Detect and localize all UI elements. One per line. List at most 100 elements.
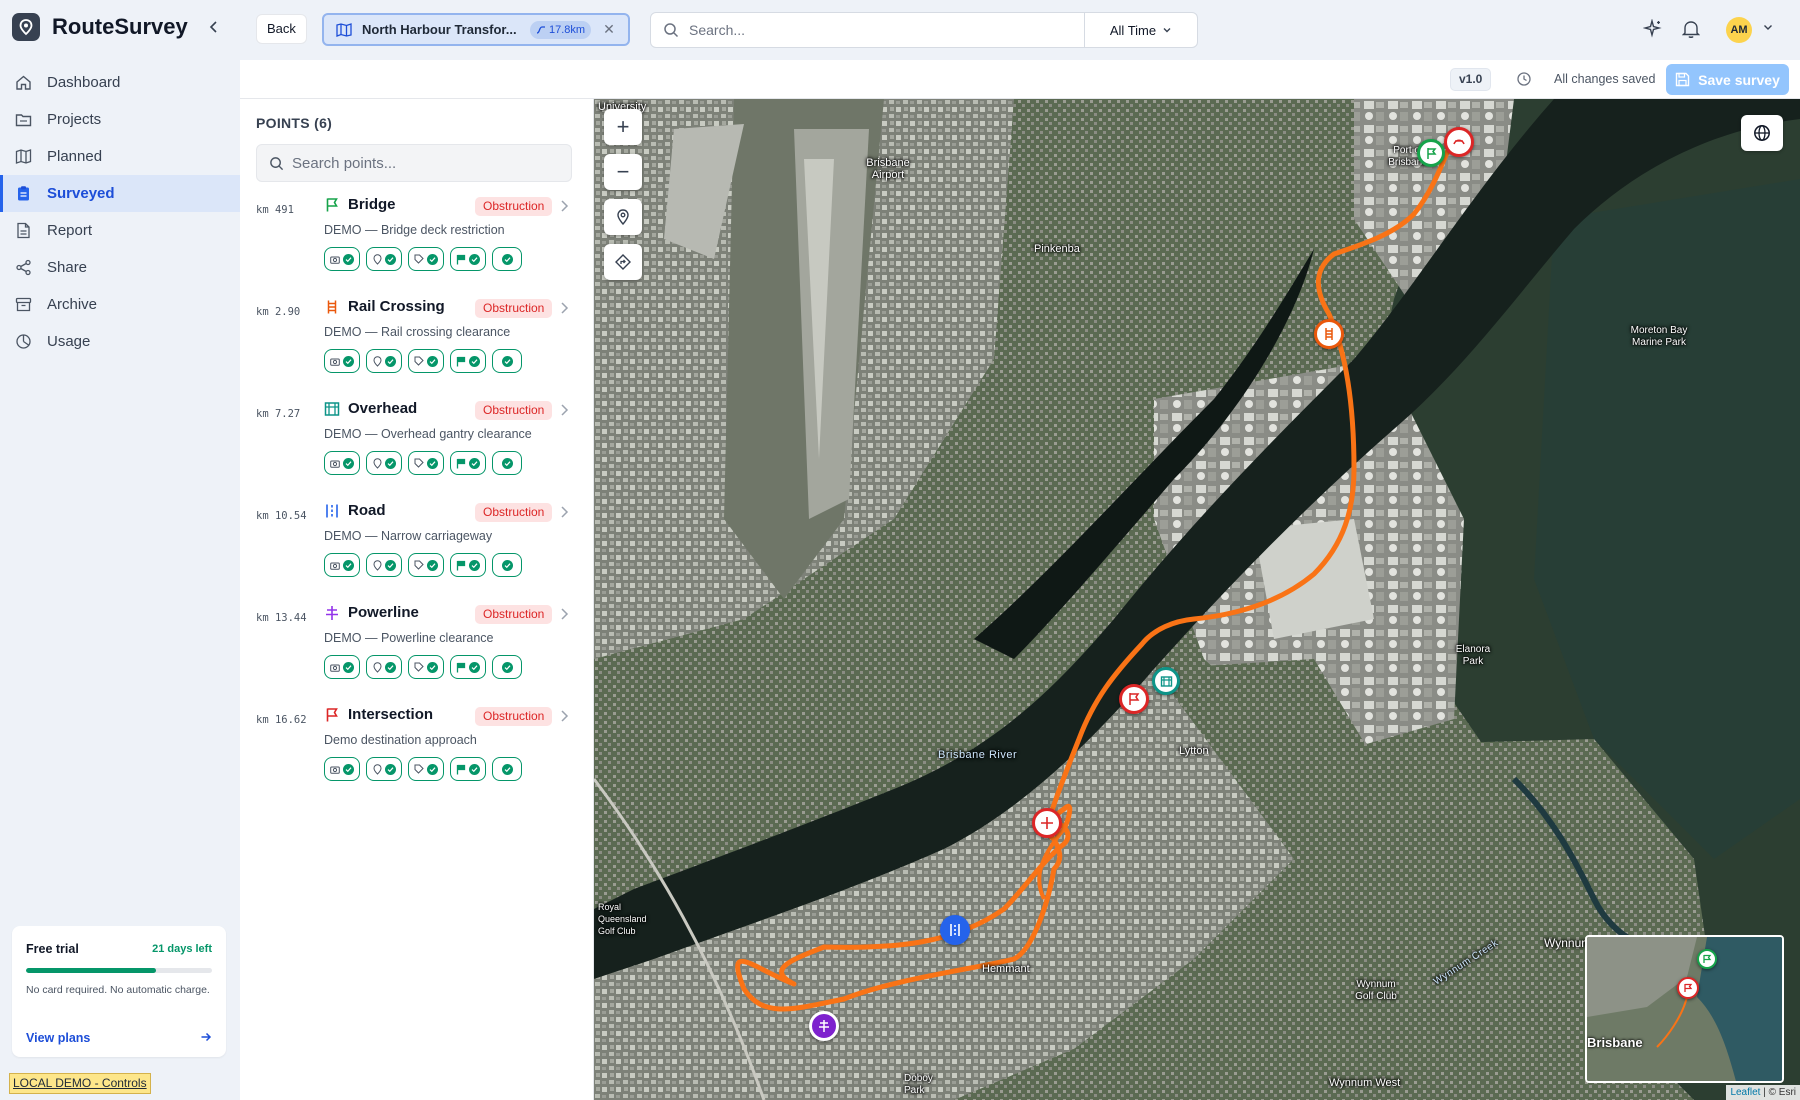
map-view[interactable]: University Brisbane Airport Pinkenba Por… [594, 99, 1800, 1100]
check-badge-check-icon [492, 757, 522, 781]
chevron-left-icon [209, 21, 217, 33]
road-marker-icon[interactable] [940, 915, 970, 945]
back-button[interactable]: Back [256, 14, 307, 44]
point-row[interactable]: km 13.44 Powerline Obstruction DEMO — Po… [240, 595, 594, 697]
trial-progress-fill [26, 968, 157, 973]
map-label: Pinkenba [1034, 243, 1080, 255]
chevron-right-icon[interactable] [558, 607, 570, 621]
chevron-right-icon[interactable] [558, 199, 570, 213]
map-label: Wynnum Golf Club [1355, 979, 1397, 1002]
chevron-right-icon[interactable] [558, 403, 570, 417]
point-powerline-icon [324, 605, 340, 621]
check-badge-tag-icon [408, 655, 444, 679]
map-label: Elanora Park [1455, 644, 1491, 667]
collapse-sidebar-button[interactable] [206, 19, 222, 35]
minimap-intersection-marker-icon [1677, 977, 1699, 999]
point-row[interactable]: km 491 Bridge Obstruction DEMO — Bridge … [240, 187, 594, 289]
point-description: DEMO — Bridge deck restriction [324, 223, 505, 237]
point-checks [324, 451, 528, 475]
check-badge-camera-icon [324, 757, 360, 781]
overview-minimap[interactable]: Brisbane [1585, 935, 1784, 1083]
point-name: Rail Crossing [348, 298, 445, 315]
sidebar-item-projects[interactable]: Projects [0, 101, 240, 138]
check-badge-check-icon [492, 349, 522, 373]
history-icon[interactable] [1516, 71, 1532, 87]
editor-toolbar: v1.0 All changes saved Save survey [240, 60, 1800, 99]
sidebar-item-surveyed[interactable]: Surveyed [0, 175, 240, 212]
directions-button[interactable] [604, 244, 642, 280]
ai-sparkle-button[interactable] [1642, 18, 1664, 40]
view-plans-link[interactable]: View plans [26, 1031, 212, 1045]
search-input[interactable] [689, 13, 1084, 47]
sidebar-item-usage[interactable]: Usage [0, 323, 240, 360]
sidebar-item-share[interactable]: Share [0, 249, 240, 286]
point-checks [324, 349, 528, 373]
check-badge-flag-icon [450, 757, 486, 781]
user-avatar[interactable]: AM [1726, 17, 1752, 43]
chevron-right-icon[interactable] [558, 709, 570, 723]
point-description: DEMO — Narrow carriageway [324, 529, 493, 543]
point-row[interactable]: km 7.27 Overhead Obstruction DEMO — Over… [240, 391, 594, 493]
sidebar-item-planned[interactable]: Planned [0, 138, 240, 175]
point-row[interactable]: km 2.90 Rail Crossing Obstruction DEMO —… [240, 289, 594, 391]
search-icon [664, 23, 679, 38]
check-badge-location-icon [366, 451, 402, 475]
map-attribution: Leaflet | © Esri [1726, 1085, 1800, 1100]
account-menu-chevron-down-icon[interactable] [1762, 21, 1774, 36]
version-badge[interactable]: v1.0 [1450, 68, 1492, 91]
share-icon [14, 259, 32, 277]
check-badge-flag-icon [450, 655, 486, 679]
sidebar-item-report[interactable]: Report [0, 212, 240, 249]
save-survey-button[interactable]: Save survey [1666, 64, 1789, 95]
time-filter-value: All Time [1109, 22, 1157, 38]
sidebar-item-label: Planned [47, 148, 103, 165]
notifications-button[interactable] [1680, 18, 1702, 40]
powerline-marker-icon[interactable] [809, 1011, 839, 1041]
intersection-marker-icon[interactable] [1119, 684, 1149, 714]
global-search: All Time [650, 12, 1198, 48]
leaflet-link[interactable]: Leaflet [1730, 1087, 1760, 1098]
arrow-right-icon [201, 1032, 212, 1042]
search-icon [270, 156, 284, 170]
minimap-image [1587, 937, 1782, 1081]
free-trial-card: Free trial 21 days left No card required… [12, 926, 226, 1057]
map-label: Moreton Bay Marine Park [1630, 325, 1688, 348]
document-icon [14, 222, 32, 240]
sidebar-item-dashboard[interactable]: Dashboard [0, 64, 240, 101]
point-name: Road [348, 502, 386, 519]
point-status-badge: Obstruction [475, 299, 553, 318]
map-layer-toggle-button[interactable] [1741, 115, 1783, 151]
local-demo-controls-link[interactable]: LOCAL DEMO - Controls [9, 1073, 151, 1094]
points-search-input[interactable] [292, 154, 571, 172]
overhead-marker-icon[interactable] [1152, 667, 1180, 695]
route-chip[interactable]: North Harbour Transfor... 17.8km ✕ [322, 13, 630, 46]
point-row[interactable]: km 10.54 Road Obstruction DEMO — Narrow … [240, 493, 594, 595]
brand[interactable]: RouteSurvey [12, 13, 188, 41]
chevron-right-icon[interactable] [558, 505, 570, 519]
powerline-marker-icon[interactable] [1444, 127, 1474, 157]
point-gantry-icon [324, 401, 340, 417]
point-checks [324, 655, 528, 679]
usage-icon [14, 333, 32, 351]
point-row[interactable]: km 16.62 Intersection Obstruction Demo d… [240, 697, 594, 799]
check-badge-location-icon [366, 349, 402, 373]
bell-icon [1682, 21, 1700, 38]
chevron-right-icon[interactable] [558, 301, 570, 315]
sidebar-item-archive[interactable]: Archive [0, 286, 240, 323]
time-filter-select[interactable]: All Time [1084, 13, 1197, 47]
view-plans-label: View plans [26, 1031, 91, 1045]
zoom-in-button[interactable]: + [604, 109, 642, 145]
close-route-icon[interactable]: ✕ [603, 21, 615, 38]
check-badge-check-icon [492, 553, 522, 577]
zoom-out-button[interactable]: − [604, 154, 642, 190]
obstruction-marker-icon[interactable] [1032, 808, 1062, 838]
point-rail-icon [324, 299, 340, 315]
map-label: Hemmant [982, 963, 1030, 975]
point-km: km 10.54 [256, 510, 307, 522]
folder-icon [14, 111, 32, 129]
point-road-icon [324, 503, 340, 519]
rail-crossing-marker-icon[interactable] [1314, 319, 1344, 349]
sidebar-nav: Dashboard Projects Planned Surveyed Repo… [0, 64, 240, 360]
locate-pin-button[interactable] [604, 199, 642, 235]
start-flag-marker-icon[interactable] [1417, 139, 1445, 167]
